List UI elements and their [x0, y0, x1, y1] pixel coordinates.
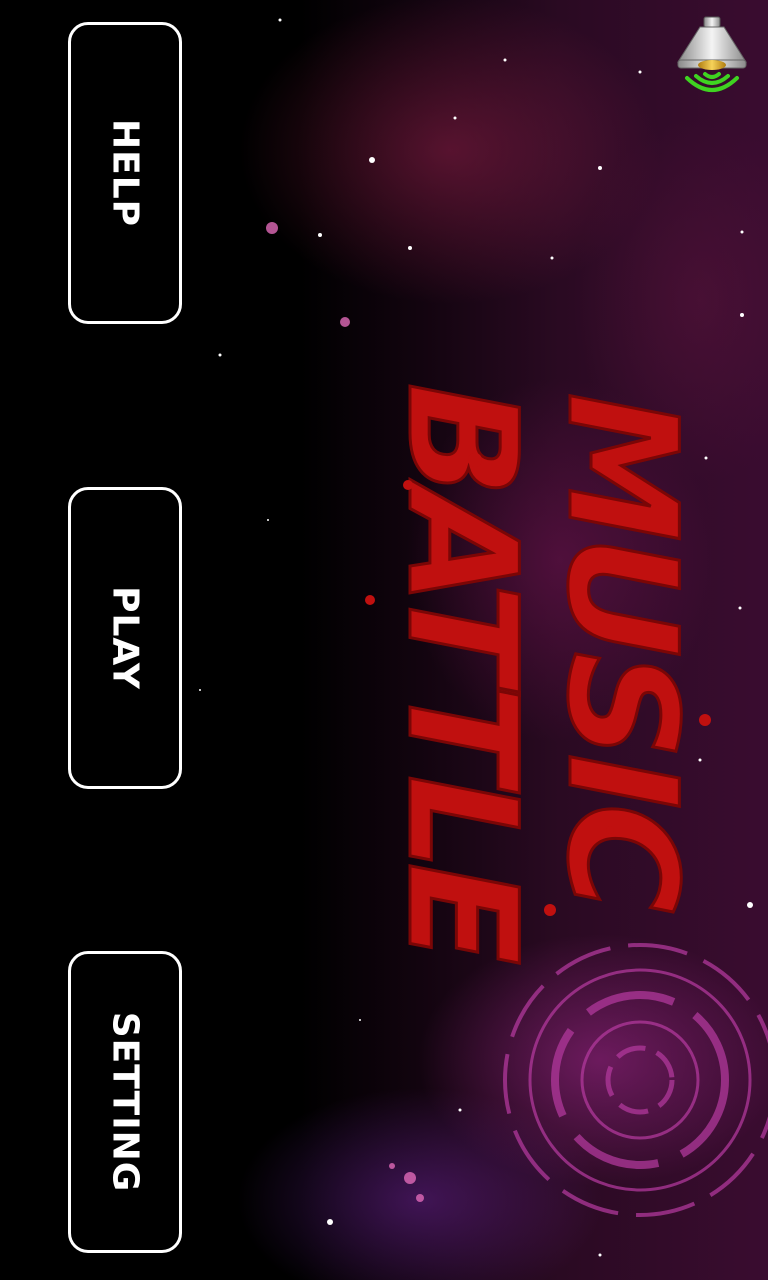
- title-logo-graphic: MUSIC BATTLE: [365, 381, 711, 965]
- play-button-label: PLAY: [104, 586, 146, 690]
- help-button[interactable]: HELP: [68, 22, 182, 324]
- music-battle-logo: MUSIC BATTLE: [310, 270, 760, 1030]
- title-line-battle: BATTLE: [374, 383, 548, 964]
- speaker-icon: [677, 16, 747, 92]
- play-button[interactable]: PLAY: [68, 487, 182, 789]
- main-menu-screen: MUSIC BATTLE HELP PLAY SETTING: [0, 0, 768, 1280]
- sound-toggle-button[interactable]: [674, 14, 750, 110]
- setting-button[interactable]: SETTING: [68, 951, 182, 1253]
- setting-button-label: SETTING: [104, 1011, 146, 1193]
- help-button-label: HELP: [104, 118, 146, 228]
- title-line-music: MUSIC: [534, 393, 708, 913]
